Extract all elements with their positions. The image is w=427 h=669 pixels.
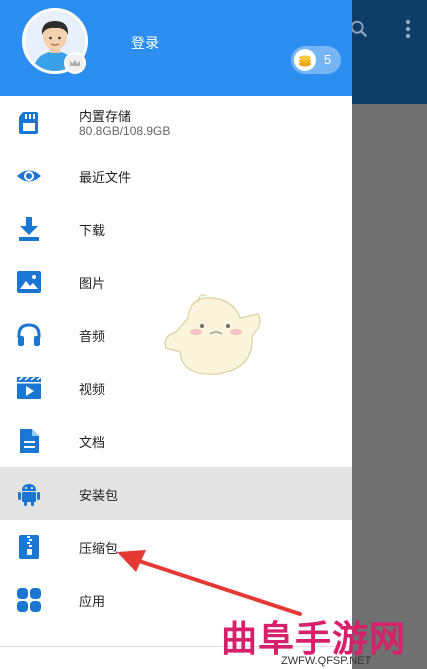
menu-item-internal-storage[interactable]: 内置存储 80.8GB/108.9GB	[0, 96, 352, 149]
document-icon	[15, 427, 43, 455]
zip-icon	[15, 533, 43, 561]
menu-item-download[interactable]: 下载	[0, 202, 352, 255]
apps-icon	[15, 586, 43, 614]
drawer-header: 登录 5	[0, 0, 352, 96]
eye-icon	[15, 162, 43, 190]
crown-icon	[70, 59, 80, 66]
menu-item-apk[interactable]: 安装包	[0, 467, 352, 520]
headphones-icon	[15, 321, 43, 349]
download-icon	[15, 215, 43, 243]
menu-item-label: 应用	[79, 594, 106, 609]
menu-item-label: 音频	[79, 329, 106, 344]
more-vert-icon[interactable]	[398, 18, 418, 46]
login-label[interactable]: 登录	[131, 33, 159, 53]
menu-item-archives[interactable]: 压缩包	[0, 520, 352, 573]
android-icon	[15, 480, 43, 508]
watermark-url: ZWFW.QFSP.NET	[281, 655, 372, 667]
image-icon	[15, 268, 43, 296]
menu-item-label: 下载	[79, 223, 106, 238]
mascot-sticker	[164, 294, 261, 375]
coin-badge[interactable]: 5	[291, 46, 341, 74]
menu-item-label: 文档	[79, 435, 106, 450]
sd-card-icon	[15, 109, 43, 137]
menu-item-label: 安装包	[79, 488, 119, 503]
crown-badge	[64, 52, 86, 74]
menu-item-label: 内置存储	[79, 109, 132, 124]
coin-icon	[294, 49, 316, 71]
coin-count: 5	[324, 52, 332, 67]
menu-item-label: 最近文件	[79, 170, 132, 185]
menu-item-label: 压缩包	[79, 541, 119, 556]
video-icon	[15, 374, 43, 402]
storage-usage: 80.8GB/108.9GB	[79, 124, 171, 138]
menu-item-documents[interactable]: 文档	[0, 414, 352, 467]
menu-item-recent-files[interactable]: 最近文件	[0, 149, 352, 202]
menu-item-label: 图片	[79, 276, 106, 291]
menu-item-label: 视频	[79, 382, 106, 397]
